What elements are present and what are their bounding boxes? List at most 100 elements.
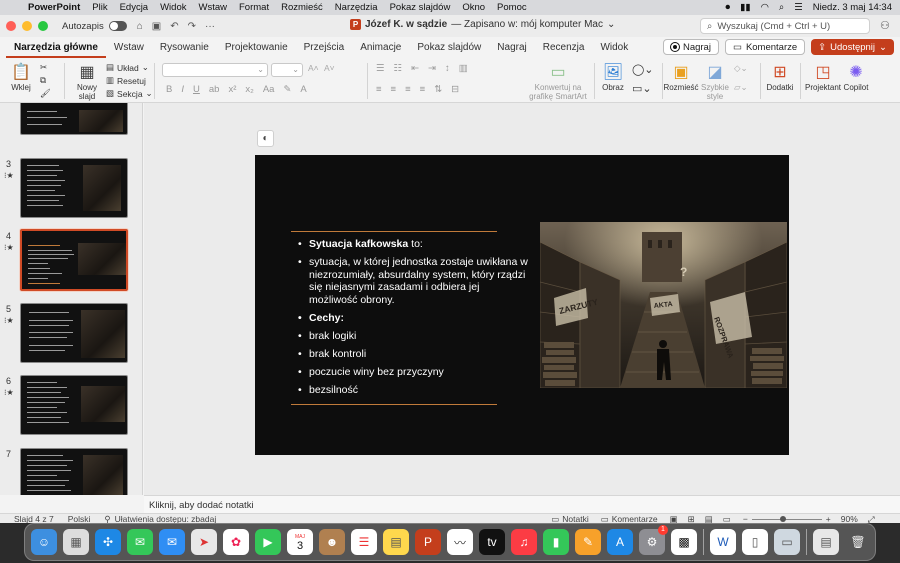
preview-window-icon[interactable]: ▭ bbox=[774, 529, 800, 555]
picture-button[interactable]: 🖼 Obraz bbox=[600, 61, 626, 92]
font-size-select[interactable]: ⌄ bbox=[271, 63, 303, 77]
tab-home[interactable]: Narzędzia główne bbox=[6, 37, 106, 58]
justify-icon[interactable]: ≡ bbox=[420, 84, 426, 95]
tab-transitions[interactable]: Przejścia bbox=[296, 37, 353, 58]
chevron-down-icon[interactable]: ⌄ bbox=[607, 19, 615, 30]
grow-font-icon[interactable]: A˄ bbox=[308, 63, 319, 73]
save-icon[interactable]: ▣ bbox=[152, 21, 161, 32]
undo-icon[interactable]: ↶ bbox=[170, 21, 178, 32]
new-slide-button[interactable]: ▦ Nowy slajd bbox=[72, 61, 102, 101]
reminders-icon[interactable]: ☰ bbox=[351, 529, 377, 555]
powerpoint-app-icon[interactable]: P bbox=[415, 529, 441, 555]
change-case-icon[interactable]: Aa bbox=[263, 84, 275, 95]
decrease-indent-icon[interactable]: ⇤ bbox=[411, 63, 419, 74]
paste-button[interactable]: 📋 Wklej bbox=[8, 61, 34, 92]
slide-thumbnails-pane[interactable]: 3 ⁝★ 4 ⁝★ 5 ⁝★ 6 ⁝★ 7 bbox=[0, 103, 143, 495]
addins-button[interactable]: ⊞ Dodatki bbox=[766, 61, 794, 92]
safari-icon[interactable]: ✣ bbox=[95, 529, 121, 555]
app-store-icon[interactable]: A bbox=[607, 529, 633, 555]
arrange-button[interactable]: ▣ Rozmieść bbox=[663, 61, 698, 92]
zoom-out-icon[interactable]: − bbox=[743, 514, 748, 523]
spotlight-icon[interactable]: ⌕ bbox=[779, 2, 784, 13]
messages-icon[interactable]: ✉ bbox=[127, 529, 153, 555]
share-button[interactable]: ⇪ Udostępnij ⌄ bbox=[811, 39, 894, 55]
menubar-datetime[interactable]: Niedz. 3 maj 14:34 bbox=[813, 2, 892, 13]
text-direction-icon[interactable]: ⇅ bbox=[434, 84, 442, 95]
control-center-icon[interactable]: ☰ bbox=[794, 2, 803, 13]
freeform-icon[interactable]: 〰 bbox=[447, 529, 473, 555]
superscript-icon[interactable]: x² bbox=[228, 84, 236, 95]
menu-arrange[interactable]: Rozmieść bbox=[275, 2, 329, 13]
underline-icon[interactable]: U bbox=[193, 84, 200, 95]
tab-slideshow[interactable]: Pokaz slajdów bbox=[409, 37, 489, 58]
zoom-level[interactable]: 90% bbox=[841, 514, 858, 523]
shape-outline-icon[interactable]: ▱⌄ bbox=[734, 82, 748, 93]
accessibility-check[interactable]: Ułatwienia dostępu: zbadaj bbox=[115, 514, 217, 523]
menu-file[interactable]: Plik bbox=[86, 2, 113, 13]
tab-design[interactable]: Projektowanie bbox=[217, 37, 296, 58]
maps-icon[interactable]: ➤ bbox=[191, 529, 217, 555]
trash-icon[interactable]: 🗑 bbox=[845, 529, 871, 555]
tab-view[interactable]: Widok bbox=[592, 37, 636, 58]
section-button[interactable]: ▧ Sekcja ⌄ bbox=[106, 88, 153, 99]
tab-insert[interactable]: Wstaw bbox=[106, 37, 152, 58]
align-left-icon[interactable]: ≡ bbox=[376, 84, 382, 95]
slide-4[interactable]: Sytuacja kafkowska to: sytuacja, w które… bbox=[255, 155, 789, 455]
record-indicator-icon[interactable]: ⏺ bbox=[725, 2, 730, 13]
launchpad-icon[interactable]: ▦ bbox=[63, 529, 89, 555]
font-color-icon[interactable]: A bbox=[300, 84, 306, 95]
reset-button[interactable]: ▥ Resetuj bbox=[106, 75, 146, 86]
facetime-icon[interactable]: ▶ bbox=[255, 529, 281, 555]
zoom-window-button[interactable] bbox=[38, 21, 48, 31]
comments-toggle[interactable]: Komentarze bbox=[612, 514, 658, 523]
record-button[interactable]: Nagraj bbox=[662, 39, 719, 55]
tab-draw[interactable]: Rysowanie bbox=[152, 37, 217, 58]
notes-toggle[interactable]: Notatki bbox=[562, 514, 588, 523]
slide-thumbnail-2[interactable] bbox=[20, 103, 128, 135]
menu-app[interactable]: PowerPoint bbox=[22, 2, 86, 13]
copy-icon[interactable]: ⧉ bbox=[40, 75, 46, 86]
reading-view-icon[interactable]: ▤ bbox=[705, 514, 713, 524]
home-icon[interactable]: ⌂ bbox=[137, 21, 143, 32]
shapes-icon[interactable]: ◯⌄ bbox=[632, 63, 654, 76]
document-icon[interactable]: ▯ bbox=[742, 529, 768, 555]
language-indicator[interactable]: Polski bbox=[68, 514, 91, 523]
comments-icon[interactable]: ▭ bbox=[601, 514, 609, 524]
tab-animations[interactable]: Animacje bbox=[352, 37, 409, 58]
mail-icon[interactable]: ✉ bbox=[159, 529, 185, 555]
cut-icon[interactable]: ✂ bbox=[40, 62, 47, 73]
music-icon[interactable]: ♫ bbox=[511, 529, 537, 555]
word-document-icon[interactable]: W bbox=[710, 529, 736, 555]
sound-icon[interactable]: ▮▮ bbox=[740, 2, 750, 13]
pages-icon[interactable]: ✎ bbox=[575, 529, 601, 555]
finder-icon[interactable]: ☺ bbox=[31, 529, 57, 555]
slide-thumbnail-6[interactable] bbox=[20, 375, 128, 435]
increase-indent-icon[interactable]: ⇥ bbox=[428, 63, 436, 74]
menu-view[interactable]: Widok bbox=[154, 2, 192, 13]
numbers-icon[interactable]: ▮ bbox=[543, 529, 569, 555]
menu-window[interactable]: Okno bbox=[456, 2, 491, 13]
copilot-button[interactable]: ✺ Copilot bbox=[842, 61, 870, 92]
textbox-icon[interactable]: ▭⌄ bbox=[632, 82, 652, 95]
shape-fill-icon[interactable]: ◇⌄ bbox=[734, 63, 748, 74]
menu-insert[interactable]: Wstaw bbox=[193, 2, 234, 13]
zoom-in-icon[interactable]: + bbox=[826, 514, 831, 523]
slide-thumbnail-7[interactable] bbox=[20, 448, 128, 495]
menu-format[interactable]: Format bbox=[233, 2, 275, 13]
format-painter-icon[interactable]: 🖌 bbox=[40, 88, 51, 99]
align-text-icon[interactable]: ⊟ bbox=[451, 84, 459, 95]
tab-review[interactable]: Recenzja bbox=[535, 37, 593, 58]
slide-thumbnail-3[interactable] bbox=[20, 158, 128, 218]
columns-icon[interactable]: ▥ bbox=[459, 63, 468, 74]
photos-icon[interactable]: ✿ bbox=[223, 529, 249, 555]
normal-view-icon[interactable]: ▣ bbox=[670, 514, 678, 524]
menu-help[interactable]: Pomoc bbox=[491, 2, 533, 13]
close-window-button[interactable] bbox=[6, 21, 16, 31]
align-center-icon[interactable]: ≡ bbox=[391, 84, 397, 95]
layout-button[interactable]: ▤ Układ ⌄ bbox=[106, 62, 149, 73]
notes-icon[interactable]: ▭ bbox=[551, 514, 559, 524]
wifi-icon[interactable]: ◠ bbox=[761, 2, 769, 13]
calendar-icon[interactable]: MAJ 3 bbox=[287, 529, 313, 555]
bullets-icon[interactable]: ☰ bbox=[376, 63, 385, 74]
slide-sorter-icon[interactable]: ⊞ bbox=[688, 514, 695, 524]
